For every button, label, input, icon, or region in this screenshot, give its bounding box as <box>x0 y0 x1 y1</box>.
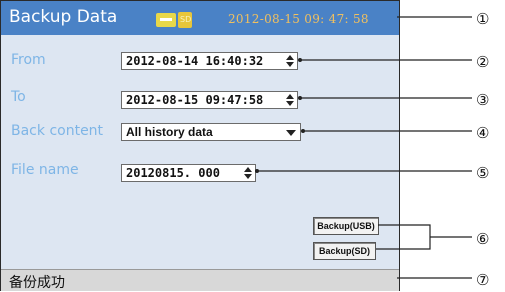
to-label: To <box>11 89 26 105</box>
to-datetime-input[interactable]: 2012-08-15 09:47:58 <box>121 91 298 109</box>
from-value: 2012-08-14 16:40:32 <box>126 54 264 68</box>
to-spin-icon[interactable] <box>285 93 295 107</box>
sd-icon-text: SD <box>180 15 192 24</box>
backup-sd-button[interactable]: Backup(SD) <box>313 242 376 260</box>
file-name-label: File name <box>11 162 79 178</box>
title-bar: Backup Data SD 2012-08-15 09: 47: 58 <box>1 1 399 35</box>
backup-usb-button[interactable]: Backup(USB) <box>313 217 379 235</box>
from-spin-icon[interactable] <box>285 54 295 68</box>
callout-4: ④ <box>476 124 489 142</box>
to-value: 2012-08-15 09:47:58 <box>126 93 264 107</box>
window-title: Backup Data <box>9 7 118 27</box>
file-name-spin-icon[interactable] <box>243 166 253 180</box>
callout-1: ① <box>476 10 489 28</box>
sd-card-icon: SD <box>178 12 192 28</box>
back-content-select[interactable]: All history data <box>121 123 301 141</box>
status-bar: 备份成功 <box>1 269 399 291</box>
back-content-value: All history data <box>126 125 213 139</box>
file-name-value: 20120815. 000 <box>126 166 220 180</box>
callout-6: ⑥ <box>476 230 489 248</box>
usb-icon <box>156 13 176 27</box>
from-label: From <box>11 52 46 68</box>
callout-7: ⑦ <box>476 271 489 289</box>
back-content-label: Back content <box>11 123 104 139</box>
callout-3: ③ <box>476 91 489 109</box>
file-name-input[interactable]: 20120815. 000 <box>121 164 256 182</box>
chevron-down-icon[interactable] <box>286 130 296 136</box>
callout-5: ⑤ <box>476 164 489 182</box>
backup-data-screen: Backup Data SD 2012-08-15 09: 47: 58 Fro… <box>0 0 400 291</box>
from-datetime-input[interactable]: 2012-08-14 16:40:32 <box>121 52 298 70</box>
status-text: 备份成功 <box>9 275 65 291</box>
current-datetime: 2012-08-15 09: 47: 58 <box>228 12 369 26</box>
callout-2: ② <box>476 53 489 71</box>
